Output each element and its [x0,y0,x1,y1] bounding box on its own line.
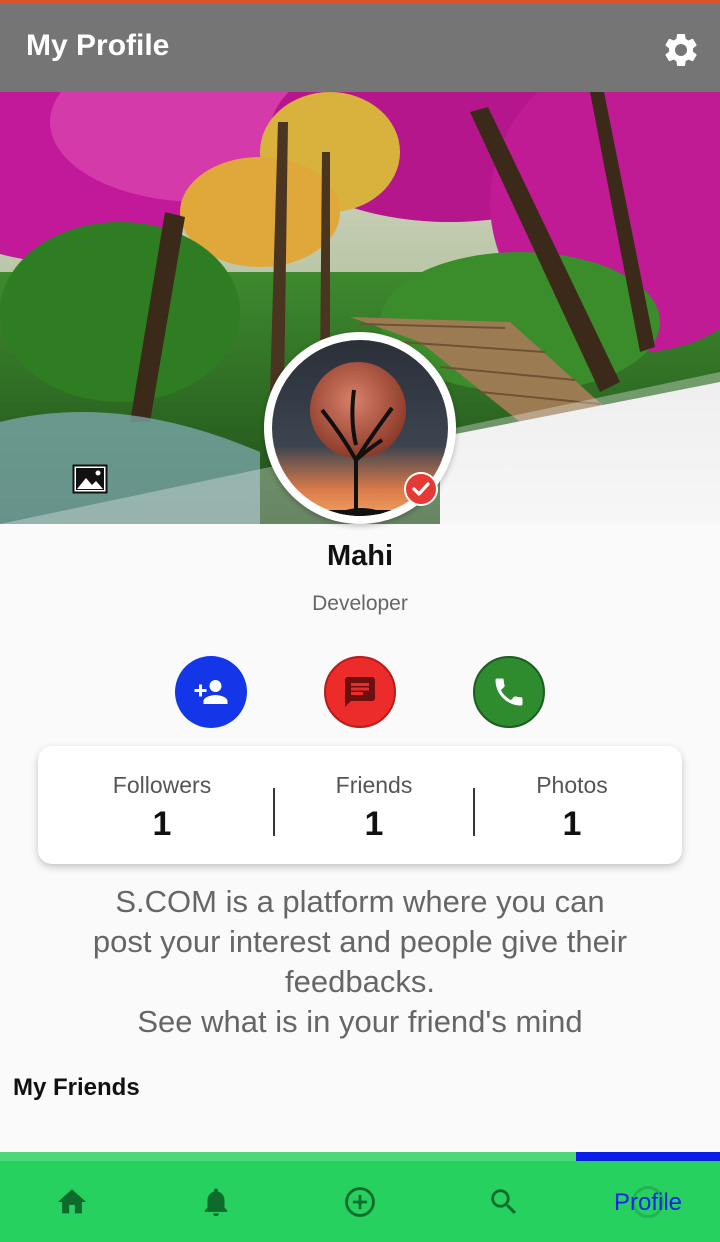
bio-line: post your interest and people give their [92,924,628,959]
message-button[interactable] [324,656,396,728]
bio-line: See what is in your friend's mind [137,1004,583,1039]
verified-check-icon [404,472,438,506]
stat-photos-label: Photos [536,772,608,798]
bio-line: S.COM is a platform where you can [115,884,605,919]
stat-friends-value: 1 [364,805,384,843]
bio-line: feedbacks. [285,964,435,999]
nav-profile[interactable]: Profile [576,1161,720,1242]
profile-bio: S.COM is a platform where you can post y… [40,882,680,1042]
call-button[interactable] [473,656,545,728]
profile-role: Developer [312,592,408,615]
my-friends-heading: My Friends [13,1074,140,1101]
phone-icon [495,678,523,706]
nav-active-indicator [576,1152,720,1161]
app-bar: My Profile [0,3,720,92]
nav-notifications[interactable] [144,1161,288,1242]
stat-followers[interactable]: Followers 1 [62,772,262,844]
stats-card: Followers 1 Friends 1 Photos 1 [38,746,682,864]
nav-add-post[interactable] [288,1161,432,1242]
bottom-navigation: Profile [0,1152,720,1242]
bell-icon [204,1188,228,1217]
page-title: My Profile [26,29,170,62]
nav-indicator-track [0,1152,576,1161]
search-icon [491,1189,517,1215]
stat-followers-value: 1 [152,805,172,843]
home-icon [57,1189,87,1214]
settings-gear-icon[interactable] [661,30,701,70]
stat-photos-value: 1 [562,805,582,843]
nav-home[interactable] [0,1161,144,1242]
stat-friends[interactable]: Friends 1 [274,772,474,844]
nav-search[interactable] [432,1161,576,1242]
add-friend-button[interactable] [175,656,247,728]
person-add-icon [194,680,228,704]
change-cover-image-icon[interactable] [72,464,108,494]
add-circle-icon [345,1187,375,1217]
profile-name: Mahi [326,540,394,572]
nav-profile-label: Profile [613,1189,683,1216]
stat-followers-label: Followers [112,772,212,798]
stat-friends-label: Friends [335,772,413,798]
stat-photos[interactable]: Photos 1 [472,772,672,844]
chat-icon [345,677,375,707]
